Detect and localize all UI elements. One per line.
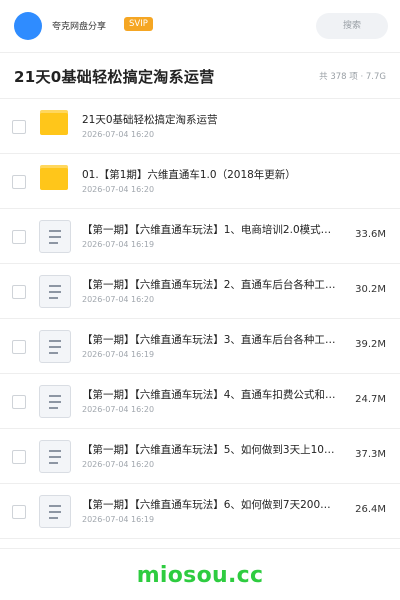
document-icon	[38, 274, 71, 308]
item-date: 2026-07-04 16:20	[82, 130, 155, 139]
file-row[interactable]: 【第一期】【六维直通车玩法】4、直通车扣费公式和质… 2026-07-04 16:…	[0, 374, 400, 429]
item-date: 2026-07-04 16:19	[82, 515, 155, 524]
item-name[interactable]: 【第一期】【六维直通车玩法】6、如何做到7天200…	[82, 497, 344, 512]
item-name[interactable]: 01.【第1期】六维直通车1.0（2018年更新）	[82, 167, 352, 182]
item-size: 39.2M	[355, 339, 386, 350]
folder-icon	[38, 109, 70, 143]
item-size: 33.6M	[355, 229, 386, 240]
item-size: 26.4M	[355, 504, 386, 515]
document-icon	[38, 384, 71, 418]
top-header: 夸克网盘分享 SVIP 搜索	[0, 0, 400, 53]
item-name[interactable]: 【第一期】【六维直通车玩法】4、直通车扣费公式和质…	[82, 387, 344, 402]
divider	[0, 548, 400, 549]
item-date: 2026-07-04 16:19	[82, 350, 155, 359]
file-row[interactable]: 【第一期】【六维直通车玩法】1、电商培训2.0模式… 2026-07-04 16:…	[0, 209, 400, 264]
item-name[interactable]: 【第一期】【六维直通车玩法】2、直通车后台各种工具…	[82, 277, 344, 292]
share-title-bar: 21天0基础轻松搞定淘系运营 共 378 项 · 7.7G	[0, 53, 400, 99]
item-date: 2026-07-04 16:20	[82, 405, 155, 414]
item-date: 2026-07-04 16:19	[82, 240, 155, 249]
search-input[interactable]: 搜索	[316, 13, 388, 39]
item-date: 2026-07-04 16:20	[82, 295, 155, 304]
avatar[interactable]	[14, 12, 42, 40]
folder-icon	[38, 164, 70, 198]
file-row[interactable]: 【第一期】【六维直通车玩法】3、直通车后台各种工具… 2026-07-04 16:…	[0, 319, 400, 374]
item-name[interactable]: 21天0基础轻松搞定淘系运营	[82, 112, 352, 127]
folder-row[interactable]: 01.【第1期】六维直通车1.0（2018年更新） 2026-07-04 16:2…	[0, 154, 400, 209]
watermark-text: miosou.cc	[136, 563, 264, 588]
item-name[interactable]: 【第一期】【六维直通车玩法】5、如何做到3天上10…	[82, 442, 344, 457]
file-row[interactable]: 【第一期】【六维直通车玩法】5、如何做到3天上10… 2026-07-04 16:…	[0, 429, 400, 484]
row-checkbox[interactable]	[12, 175, 26, 189]
file-list: 21天0基础轻松搞定淘系运营 2026-07-04 16:20 01.【第1期】六维…	[0, 99, 400, 539]
share-meta: 共 378 项 · 7.7G	[319, 72, 386, 82]
item-name[interactable]: 【第一期】【六维直通车玩法】3、直通车后台各种工具…	[82, 332, 344, 347]
item-size: 30.2M	[355, 284, 386, 295]
row-checkbox[interactable]	[12, 285, 26, 299]
svip-badge: SVIP	[124, 17, 153, 31]
file-row[interactable]: 【第一期】【六维直通车玩法】2、直通车后台各种工具… 2026-07-04 16:…	[0, 264, 400, 319]
document-icon	[38, 219, 71, 253]
item-name[interactable]: 【第一期】【六维直通车玩法】1、电商培训2.0模式…	[82, 222, 344, 237]
row-checkbox[interactable]	[12, 120, 26, 134]
document-icon	[38, 329, 71, 363]
row-checkbox[interactable]	[12, 340, 26, 354]
document-icon	[38, 439, 71, 473]
row-checkbox[interactable]	[12, 450, 26, 464]
item-size: 24.7M	[355, 394, 386, 405]
row-checkbox[interactable]	[12, 230, 26, 244]
sharer-name: 夸克网盘分享	[52, 22, 107, 32]
row-checkbox[interactable]	[12, 505, 26, 519]
file-row[interactable]: 【第一期】【六维直通车玩法】6、如何做到7天200… 2026-07-04 16:…	[0, 484, 400, 539]
item-date: 2026-07-04 16:20	[82, 185, 155, 194]
folder-row[interactable]: 21天0基础轻松搞定淘系运营 2026-07-04 16:20	[0, 99, 400, 154]
page-title: 21天0基础轻松搞定淘系运营	[14, 68, 215, 86]
item-size: 37.3M	[355, 449, 386, 460]
item-date: 2026-07-04 16:20	[82, 460, 155, 469]
document-icon	[38, 494, 71, 528]
row-checkbox[interactable]	[12, 395, 26, 409]
